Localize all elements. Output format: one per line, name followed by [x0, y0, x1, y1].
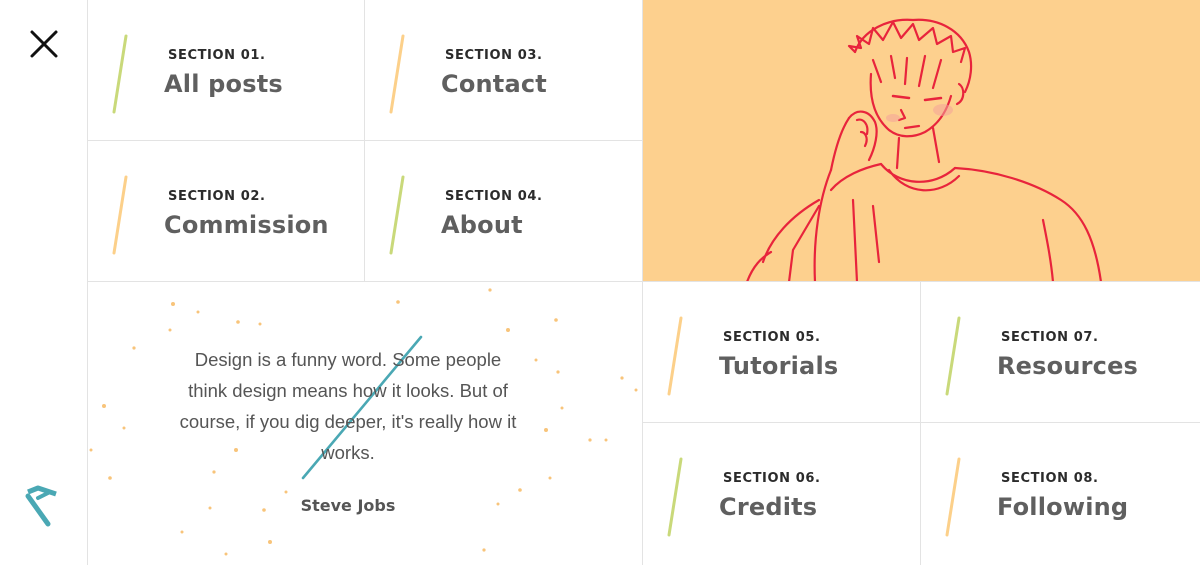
- section-title[interactable]: Contact: [441, 70, 547, 98]
- sketch-drawing: [746, 18, 1102, 281]
- slash-accent-icon: [945, 316, 961, 396]
- section-title[interactable]: Resources: [997, 352, 1138, 380]
- section-title[interactable]: Tutorials: [719, 352, 838, 380]
- slash-accent-icon: [389, 175, 405, 255]
- slash-accent-icon: [112, 175, 128, 255]
- section-number: SECTION 02.: [168, 189, 266, 204]
- quote-text: Design is a funny word. Some people thin…: [179, 349, 517, 463]
- section-card-resources[interactable]: SECTION 07. Resources: [921, 282, 1200, 423]
- slash-accent-icon: [389, 34, 405, 114]
- section-number: SECTION 07.: [1001, 330, 1099, 345]
- slash-accent-icon: [667, 316, 683, 396]
- slash-accent-icon: [667, 457, 683, 537]
- section-title[interactable]: Commission: [164, 211, 329, 239]
- section-number: SECTION 04.: [445, 189, 543, 204]
- slash-accent-icon: [112, 34, 128, 114]
- section-title[interactable]: Following: [997, 493, 1128, 521]
- character-illustration: [643, 0, 1200, 282]
- chevron-logo-icon[interactable]: [24, 484, 60, 528]
- section-number: SECTION 08.: [1001, 471, 1099, 486]
- side-rail: [0, 0, 88, 565]
- section-title[interactable]: About: [441, 211, 523, 239]
- section-title[interactable]: All posts: [164, 70, 283, 98]
- slash-accent-icon: [945, 457, 961, 537]
- section-number: SECTION 01.: [168, 48, 266, 63]
- section-card-contact[interactable]: SECTION 03. Contact: [365, 0, 643, 141]
- section-card-tutorials[interactable]: SECTION 05. Tutorials: [643, 282, 921, 423]
- section-card-following[interactable]: SECTION 08. Following: [921, 423, 1200, 565]
- section-card-all-posts[interactable]: SECTION 01. All posts: [88, 0, 365, 141]
- section-number: SECTION 03.: [445, 48, 543, 63]
- section-number: SECTION 05.: [723, 330, 821, 345]
- section-card-commission[interactable]: SECTION 02. Commission: [88, 141, 365, 282]
- section-card-about[interactable]: SECTION 04. About: [365, 141, 643, 282]
- quote-panel: Design is a funny word. Some people thin…: [88, 282, 643, 565]
- quote-author: Steve Jobs: [300, 496, 396, 515]
- section-card-credits[interactable]: SECTION 06. Credits: [643, 423, 921, 565]
- section-title[interactable]: Credits: [719, 493, 817, 521]
- close-icon[interactable]: [28, 28, 60, 60]
- section-number: SECTION 06.: [723, 471, 821, 486]
